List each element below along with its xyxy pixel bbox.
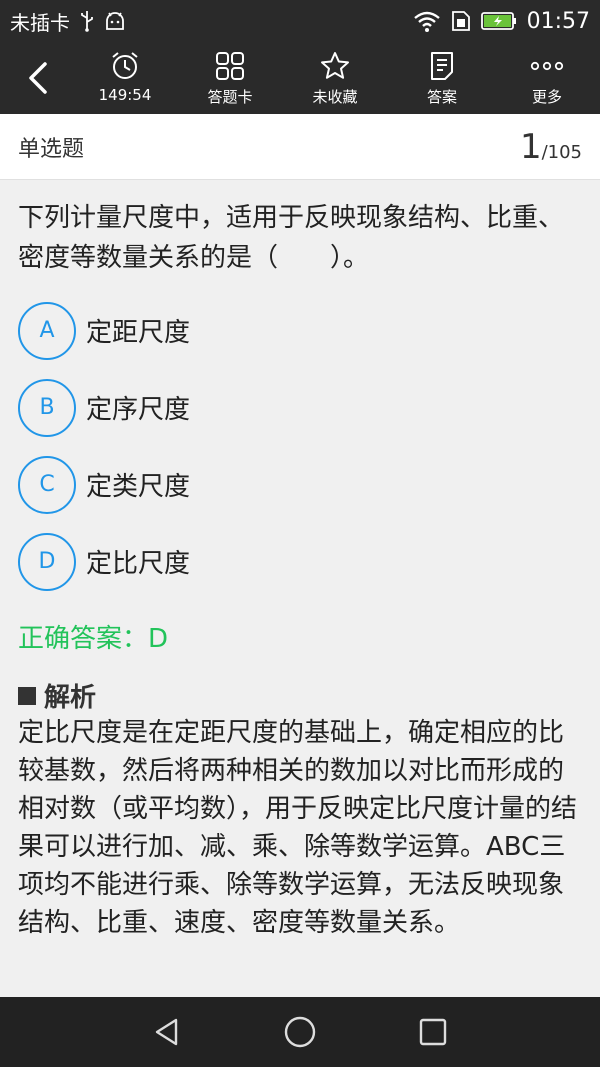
answer-card-label: 答题卡 [207,88,253,106]
favorite-button[interactable]: 未收藏 [290,50,380,110]
more-dots-icon [530,50,564,82]
option-letter: D [18,532,76,591]
option-text: 定类尺度 [86,472,191,502]
timer-label: 149:54 [98,86,152,104]
nav-recents-button[interactable] [403,1002,463,1062]
favorite-label: 未收藏 [312,88,358,106]
battery-charging-icon [480,11,517,31]
option-letter: A [18,301,76,360]
back-button[interactable] [16,56,60,100]
option-text: 定距尺度 [86,318,191,348]
analysis-title: 解析 [44,683,97,713]
question-header: 单选题 1 /105 [0,114,600,180]
option-text: 定比尺度 [86,549,191,579]
option-text: 定序尺度 [86,395,191,425]
triangle-back-icon [155,1018,177,1046]
question-text: 下列计量尺度中，适用于反映现象结构、比重、密度等数量关系的是（ ）。 [18,203,565,273]
sim-icon [451,10,471,32]
timer-button[interactable]: 149:54 [80,50,170,110]
options-list: A 定距尺度 B 定序尺度 C 定类尺度 D 定比尺度 [18,292,582,600]
circle-home-icon [284,1016,316,1048]
more-button[interactable]: 更多 [502,50,592,110]
option-d[interactable]: D 定比尺度 [18,523,582,600]
option-a[interactable]: A 定距尺度 [18,292,582,369]
grid-icon [215,50,245,82]
analysis-text: 定比尺度是在定距尺度的基础上，确定相应的比较基数，然后将两种相关的数加以对比而形… [18,718,578,938]
system-nav-bar [0,997,600,1067]
answer-label: 答案 [426,88,457,106]
option-letter: C [18,455,76,514]
question-counter: 1 /105 [520,127,582,167]
usb-icon [80,10,94,32]
question-content: 下列计量尺度中，适用于反映现象结构、比重、密度等数量关系的是（ ）。 A 定距尺… [0,180,600,997]
more-label: 更多 [531,88,562,106]
alarm-clock-icon [110,50,140,82]
show-answer-button[interactable]: 答案 [397,50,487,110]
nav-back-button[interactable] [137,1002,197,1062]
android-debug-icon [104,11,126,31]
wifi-icon [413,10,441,32]
status-bar: 未插卡 01:57 [0,0,600,42]
correct-answer: 正确答案：D [18,624,169,654]
square-bullet-icon [18,686,36,705]
answer-card-button[interactable]: 答题卡 [185,50,275,110]
total-questions: /105 [541,141,582,163]
chevron-left-icon [29,62,47,94]
analysis-heading: 解析 [18,677,582,714]
option-c[interactable]: C 定类尺度 [18,446,582,523]
question-type: 单选题 [18,136,85,162]
option-letter: B [18,378,76,437]
option-b[interactable]: B 定序尺度 [18,369,582,446]
document-icon [429,50,455,82]
carrier-label: 未插卡 [10,10,70,35]
top-toolbar: 149:54 答题卡 未收藏 答案 更多 [0,42,600,114]
clock-time: 01:57 [526,8,590,34]
star-icon [320,50,350,82]
current-question-number: 1 [519,126,542,167]
square-recents-icon [420,1018,447,1046]
nav-home-button[interactable] [270,1002,330,1062]
